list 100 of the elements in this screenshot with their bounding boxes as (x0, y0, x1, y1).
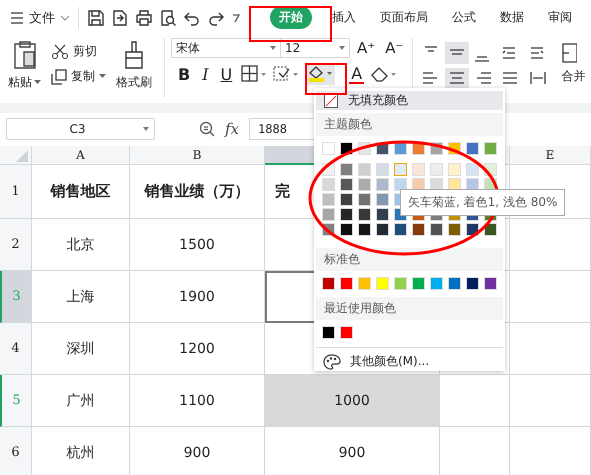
font-size-field[interactable]: 12 (280, 38, 350, 58)
copy-button[interactable]: 复制 (51, 68, 106, 85)
chevron-icon (60, 14, 70, 20)
table-cell: 1500 (130, 219, 265, 271)
ribbon-tab[interactable]: 审阅 (548, 6, 572, 29)
color-swatch[interactable] (340, 223, 353, 236)
ribbon-tab[interactable]: 插入 (332, 6, 356, 29)
section-title: 最近使用颜色 (316, 297, 503, 320)
color-swatch[interactable] (376, 163, 389, 176)
table-cell: 销售地区 (32, 165, 130, 219)
color-swatch[interactable] (376, 193, 389, 206)
export-icon[interactable] (111, 8, 129, 26)
underline-button[interactable]: U (218, 64, 236, 84)
shrink-font-button[interactable]: A⁻ (382, 39, 406, 57)
color-swatch[interactable] (358, 208, 371, 221)
color-swatch[interactable] (340, 193, 353, 206)
no-fill-icon (324, 94, 338, 108)
color-swatch[interactable] (466, 142, 479, 155)
more-colors-item[interactable]: 其他颜色(M)... (316, 348, 436, 375)
color-swatch[interactable] (358, 163, 371, 176)
table-cell: 1900 (130, 271, 265, 323)
color-swatch[interactable] (484, 142, 497, 155)
color-swatch[interactable] (358, 193, 371, 206)
paste-label[interactable]: 粘贴 (8, 74, 32, 91)
palette-icon (323, 354, 341, 370)
color-swatch[interactable] (412, 277, 425, 290)
bold-button[interactable]: B (175, 64, 194, 84)
grow-font-button[interactable]: A⁺ (354, 39, 378, 57)
color-swatch[interactable] (394, 223, 407, 236)
clipboard-icon (12, 40, 38, 70)
merge-label[interactable]: 合并 (561, 68, 586, 85)
ribbon-tab[interactable]: 公式 (452, 6, 476, 29)
table-cell: 900 (130, 427, 265, 475)
color-swatch[interactable] (394, 178, 407, 191)
table-cell: 销售业绩（万） (130, 165, 265, 219)
merge-icon[interactable] (561, 42, 578, 64)
column-header[interactable]: A (32, 146, 130, 165)
function-label[interactable]: fx (225, 120, 240, 138)
color-swatch[interactable] (376, 178, 389, 191)
color-swatch[interactable] (430, 163, 443, 176)
cut-button[interactable]: 剪切 (51, 43, 106, 60)
color-swatch[interactable] (448, 277, 461, 290)
color-swatch[interactable] (412, 163, 425, 176)
ribbon-tab[interactable]: 页面布局 (380, 6, 428, 29)
color-swatch[interactable] (322, 208, 335, 221)
column-header[interactable]: E (510, 146, 591, 165)
italic-button[interactable]: I (199, 64, 212, 84)
color-swatch[interactable] (322, 142, 335, 155)
color-swatch[interactable] (358, 178, 371, 191)
color-swatch[interactable] (322, 193, 335, 206)
color-swatch[interactable] (412, 223, 425, 236)
file-menu[interactable]: 文件 (10, 8, 70, 26)
color-swatch[interactable] (484, 277, 497, 290)
eraser-icon[interactable] (370, 65, 398, 83)
color-swatch[interactable] (394, 163, 407, 176)
borders-icon[interactable] (241, 65, 268, 83)
format-painter-button[interactable]: 格式刷 (116, 38, 152, 91)
ribbon-tab[interactable]: 数据 (500, 6, 524, 29)
color-swatch[interactable] (322, 326, 335, 339)
copy-icon (51, 68, 67, 84)
column-header[interactable]: B (130, 146, 265, 165)
font-name-field[interactable]: 宋体 (171, 38, 281, 58)
color-swatch[interactable] (430, 223, 443, 236)
color-swatch[interactable] (340, 277, 353, 290)
color-swatch[interactable] (340, 163, 353, 176)
color-swatch[interactable] (394, 277, 407, 290)
color-swatch[interactable] (358, 277, 371, 290)
color-swatch[interactable] (430, 277, 443, 290)
table-cell: 广州 (32, 375, 130, 427)
row-header[interactable]: 2 (0, 219, 32, 271)
color-swatch[interactable] (376, 208, 389, 221)
color-swatch[interactable] (340, 208, 353, 221)
no-fill-item[interactable]: 无填充颜色 (316, 91, 503, 110)
row-header[interactable]: 4 (0, 323, 32, 375)
print-icon[interactable] (135, 8, 153, 26)
color-swatch[interactable] (466, 277, 479, 290)
caret-icon[interactable] (34, 80, 41, 85)
name-box[interactable]: C3 (6, 118, 155, 140)
color-swatch[interactable] (340, 326, 353, 339)
color-swatch[interactable] (340, 178, 353, 191)
paste-button[interactable]: 粘贴 (8, 38, 41, 91)
scissors-icon (51, 44, 69, 60)
color-swatch[interactable] (448, 223, 461, 236)
color-swatch[interactable] (376, 277, 389, 290)
font-color-button[interactable]: A (349, 64, 364, 84)
zoom-icon[interactable] (199, 121, 215, 137)
row-header[interactable]: 1 (0, 165, 32, 219)
format-icon[interactable] (273, 65, 300, 83)
color-swatch[interactable] (322, 277, 335, 290)
color-swatch[interactable] (448, 163, 461, 176)
color-swatch[interactable] (322, 178, 335, 191)
caret-icon (99, 74, 106, 79)
color-swatch[interactable] (376, 223, 389, 236)
preview-icon[interactable] (159, 8, 177, 26)
color-swatch[interactable] (358, 223, 371, 236)
table-cell: 上海 (32, 271, 130, 323)
save-icon[interactable] (87, 8, 105, 26)
color-swatch[interactable] (466, 163, 479, 176)
row-header[interactable]: 6 (0, 427, 32, 475)
tooltip: 矢车菊蓝, 着色1, 浅色 80% (400, 189, 566, 216)
